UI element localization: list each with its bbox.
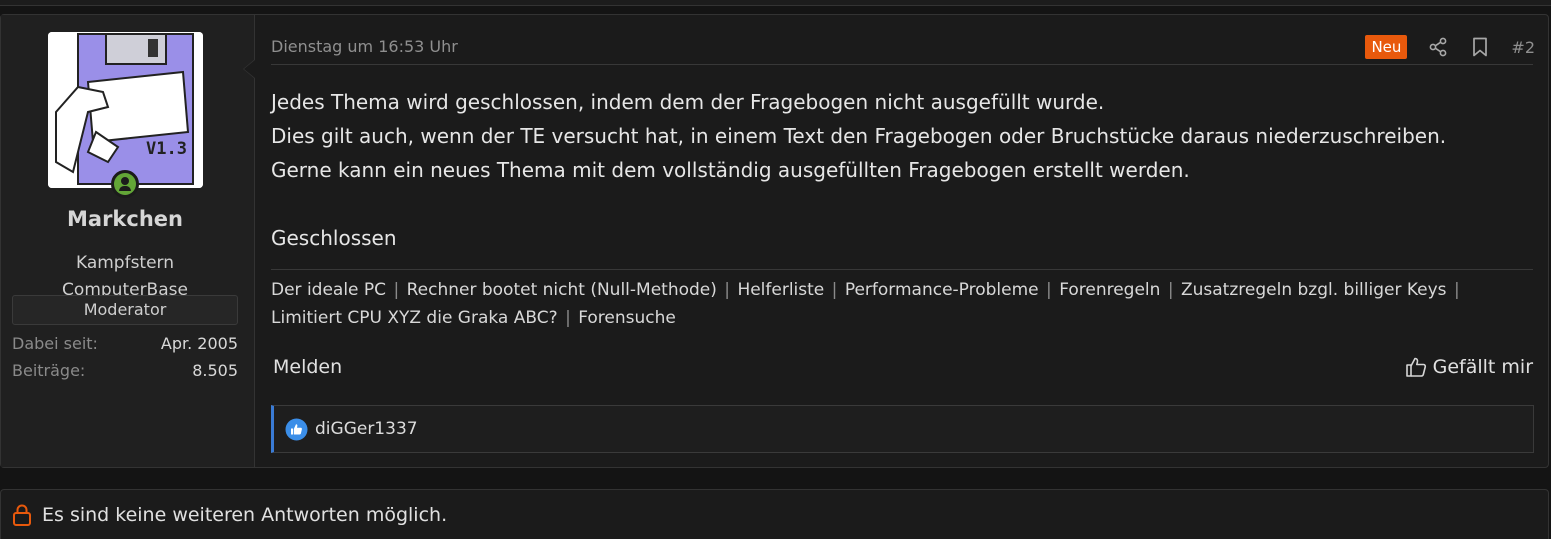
sig-link-performance[interactable]: Performance-Probleme xyxy=(845,280,1039,300)
stat-posts-label: Beiträge: xyxy=(12,361,86,380)
sig-link-ideal-pc[interactable]: Der ideale PC xyxy=(271,280,386,300)
sig-link-null-method[interactable]: Rechner bootet nicht (Null-Methode) xyxy=(407,280,717,300)
signature-divider xyxy=(271,269,1533,270)
post-body-line: Gerne kann ein neues Thema mit dem volls… xyxy=(271,158,1190,182)
closed-message: Es sind keine weiteren Antworten möglich… xyxy=(42,503,448,526)
thread-closed-notice: Es sind keine weiteren Antworten möglich… xyxy=(0,489,1549,539)
reaction-user-link[interactable]: diGGer1337 xyxy=(315,419,418,439)
stat-posts: Beiträge: 8.505 xyxy=(12,361,238,383)
sig-separator: | xyxy=(724,280,731,300)
signature: Der ideale PC | Rechner bootet nicht (Nu… xyxy=(271,276,1535,332)
sig-separator: | xyxy=(1453,280,1460,300)
stat-joined: Dabei seit: Apr. 2005 xyxy=(12,334,238,356)
stat-joined-label: Dabei seit: xyxy=(12,334,98,353)
post-body-line: Jedes Thema wird geschlossen, indem dem … xyxy=(271,90,1105,114)
sig-separator: | xyxy=(393,280,400,300)
sig-link-cpu-limit[interactable]: Limitiert CPU XYZ die Graka ABC? xyxy=(271,308,558,328)
previous-post-edge xyxy=(0,0,1551,6)
sig-separator: | xyxy=(1046,280,1052,300)
role-banner: Moderator xyxy=(12,295,238,325)
sig-link-forum-rules[interactable]: Forenregeln xyxy=(1059,280,1160,300)
thumbs-up-icon xyxy=(1405,357,1426,377)
avatar[interactable]: V1.3 xyxy=(48,32,203,188)
sig-separator: | xyxy=(1167,280,1174,300)
post-number[interactable]: #2 xyxy=(1511,38,1535,57)
stat-posts-value[interactable]: 8.505 xyxy=(192,361,238,380)
new-badge: Neu xyxy=(1365,35,1408,59)
like-button[interactable]: Gefällt mir xyxy=(1405,356,1533,378)
like-reaction-icon xyxy=(285,418,308,440)
post-card: V1.3 Markchen Kampfstern ComputerBase Mo… xyxy=(0,14,1549,468)
sig-separator: | xyxy=(831,280,838,300)
user-title-line-1: Kampfstern xyxy=(75,253,175,273)
bookmark-icon[interactable] xyxy=(1469,36,1491,58)
user-online-icon xyxy=(111,170,139,198)
avatar-label: V1.3 xyxy=(146,139,187,159)
post-body-line: Geschlossen xyxy=(271,226,397,250)
reactions-bar[interactable]: diGGer1337 xyxy=(271,405,1534,453)
post-arrow xyxy=(243,59,255,79)
header-divider xyxy=(271,64,1533,65)
sig-separator: | xyxy=(565,308,571,328)
username[interactable]: Markchen xyxy=(1,207,249,231)
post-main: Dienstag um 16:53 Uhr Neu #2 Jedes Thema… xyxy=(271,15,1535,467)
lock-icon xyxy=(13,503,31,526)
report-button[interactable]: Melden xyxy=(273,356,342,378)
stat-joined-value: Apr. 2005 xyxy=(160,334,238,353)
sig-link-keys-rules[interactable]: Zusatzregeln bzgl. billiger Keys xyxy=(1181,280,1447,300)
post-actions: Neu #2 xyxy=(1365,33,1535,61)
sig-link-forum-search[interactable]: Forensuche xyxy=(578,308,676,328)
share-icon[interactable] xyxy=(1427,36,1449,58)
like-label: Gefällt mir xyxy=(1432,356,1533,378)
sig-link-helper-list[interactable]: Helferliste xyxy=(737,280,824,300)
post-user-cell: V1.3 Markchen Kampfstern ComputerBase Mo… xyxy=(1,15,255,467)
post-date[interactable]: Dienstag um 16:53 Uhr xyxy=(271,37,458,56)
avatar-image: V1.3 xyxy=(48,32,203,188)
post-body-line: Dies gilt auch, wenn der TE versucht hat… xyxy=(271,124,1447,148)
